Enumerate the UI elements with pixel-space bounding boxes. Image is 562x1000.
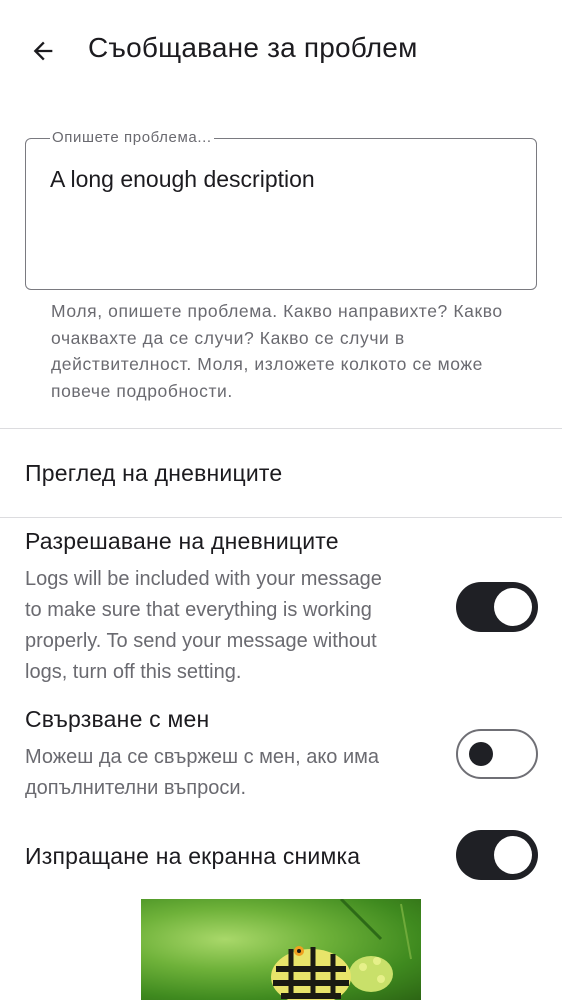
allow-logs-title: Разрешаване на дневниците (25, 528, 339, 554)
allow-logs-description-line: Logs will be included with your message (25, 568, 382, 590)
allow-logs-description: Logs will be included with your message … (25, 564, 382, 688)
back-button[interactable] (18, 26, 68, 76)
send-screenshot-switch[interactable] (456, 830, 538, 880)
helper-text: Моля, опишете проблема. Какво направихте… (51, 301, 503, 401)
contact-me-description: Можеш да се свържеш с мен, ако има допъл… (25, 742, 379, 804)
contact-me-title: Свързване с мен (25, 706, 210, 732)
allow-logs-description-line: to make sure that everything is working (25, 599, 372, 621)
contact-me-description-line: Можеш да се свържеш с мен, ако има (25, 746, 380, 768)
allow-logs-switch[interactable] (456, 582, 538, 632)
contact-me-switch[interactable] (456, 729, 538, 779)
page-title: Съобщаване за проблем (88, 32, 418, 63)
contact-me-description-line: допълнителни въпроси. (25, 777, 247, 799)
top-app-bar: Съобщаване за проблем (0, 0, 562, 100)
allow-logs-description-line: properly. To send your message without (25, 630, 377, 652)
switch-knob (469, 741, 493, 766)
screenshot-preview[interactable] (141, 899, 421, 1000)
arrow-back-icon (33, 41, 53, 61)
view-logs-item[interactable]: Преглед на дневниците (25, 460, 282, 487)
app-screen: Съобщаване за проблем Опишете проблема..… (0, 0, 562, 1000)
send-screenshot-title: Изпращане на екранна снимка (25, 843, 361, 869)
screenshot-preview-image (271, 899, 412, 1000)
description-field[interactable] (25, 138, 537, 290)
switch-knob (494, 836, 532, 874)
description-field-value[interactable]: A long enough description (50, 166, 315, 193)
divider (0, 428, 562, 429)
description-field-label: Опишете проблема... (50, 129, 214, 146)
switch-knob (494, 588, 532, 626)
allow-logs-description-line: logs, turn off this setting. (25, 661, 242, 683)
divider (0, 517, 562, 518)
